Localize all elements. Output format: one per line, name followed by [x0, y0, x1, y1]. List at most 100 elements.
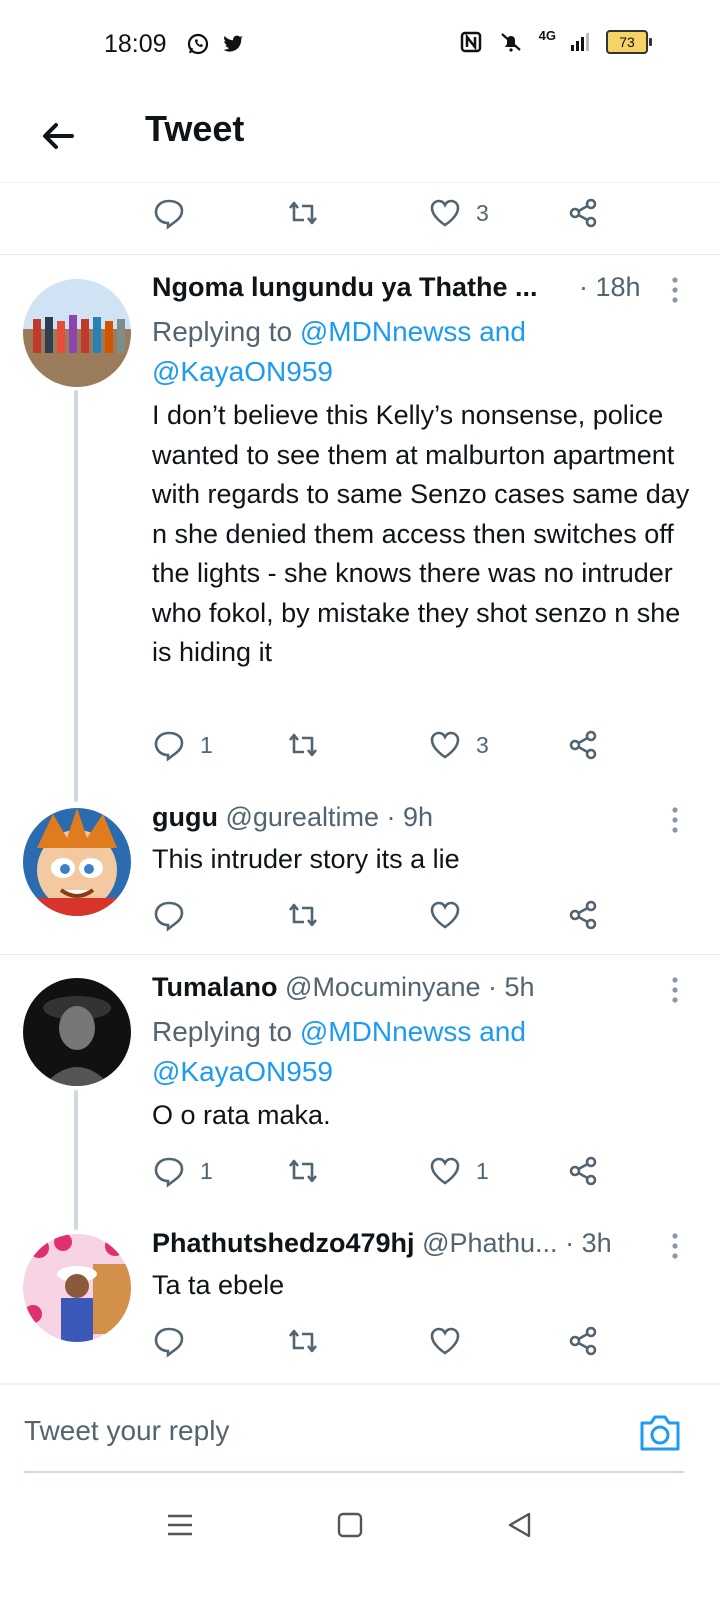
retweet-icon — [288, 201, 318, 225]
retweet-icon — [288, 1159, 318, 1183]
app-header: Tweet — [0, 92, 720, 183]
heart-icon — [430, 731, 460, 759]
like-button[interactable]: 3 — [428, 196, 489, 230]
mention-link[interactable]: @MDNnewss and — [300, 316, 526, 347]
menu-nav-button[interactable] — [165, 1510, 195, 1545]
thread-connector — [74, 1090, 78, 1230]
arrow-left-icon — [43, 123, 74, 149]
tweet-time: · 5h — [488, 972, 535, 1002]
author-name[interactable]: Tumalano — [152, 972, 278, 1002]
reply-button[interactable]: 1 — [152, 1154, 213, 1188]
author-name[interactable]: Phathutshedzo479hj — [152, 1228, 415, 1258]
reply-icon — [154, 1327, 184, 1358]
avatar[interactable] — [23, 279, 131, 387]
tweet-author-line: Ngoma lungundu ya Thathe ... · 18h — [152, 272, 641, 303]
like-button[interactable]: 1 — [428, 1154, 489, 1188]
replying-prefix: Replying to — [152, 1016, 300, 1047]
tweet-time: · 18h — [579, 272, 641, 302]
input-underline — [24, 1471, 684, 1473]
reply-icon — [154, 199, 184, 230]
tweet-author-line: Tumalano @Mocuminyane · 5h — [152, 972, 535, 1003]
mention-link[interactable]: @KayaON959 — [152, 1056, 333, 1087]
author-name[interactable]: Ngoma lungundu ya Thathe ... — [152, 272, 538, 302]
tweet-text: O o rata maka. — [152, 1100, 331, 1130]
avatar[interactable] — [23, 978, 131, 1086]
like-count: 3 — [476, 731, 489, 758]
avatar[interactable] — [23, 808, 131, 916]
avatar[interactable] — [23, 1234, 131, 1342]
replying-to: Replying to @MDNnewss and @KayaON959 — [152, 312, 526, 392]
action-row: 1 3 — [152, 728, 612, 768]
back-button[interactable] — [34, 112, 82, 160]
tweet-time: · 3h — [565, 1228, 612, 1258]
action-row-main: 3 — [152, 196, 612, 236]
mention-link[interactable]: @MDNnewss and — [300, 1016, 526, 1047]
share-button[interactable] — [566, 1324, 600, 1358]
divider — [0, 954, 720, 955]
like-button[interactable] — [428, 1324, 476, 1358]
author-handle[interactable]: @gurealtime — [226, 802, 379, 832]
more-vertical-icon — [672, 977, 678, 1003]
twitter-icon — [223, 35, 244, 52]
author-handle[interactable]: @Mocuminyane — [285, 972, 481, 1002]
action-row: 1 1 — [152, 1154, 612, 1194]
retweet-button[interactable] — [286, 728, 320, 762]
share-button[interactable] — [566, 196, 600, 230]
more-vertical-icon — [672, 277, 678, 303]
tweet-text: This intruder story its a lie — [152, 844, 460, 874]
signal-bars-icon — [571, 33, 589, 51]
heart-icon — [430, 901, 460, 929]
like-button[interactable]: 3 — [428, 728, 489, 762]
page-title: Tweet — [145, 108, 245, 149]
reply-count: 1 — [200, 1157, 213, 1184]
mention-link[interactable]: @KayaON959 — [152, 356, 333, 387]
retweet-button[interactable] — [286, 898, 320, 932]
retweet-icon — [288, 903, 318, 927]
replying-prefix: Replying to — [152, 316, 300, 347]
home-nav-button[interactable] — [335, 1510, 365, 1545]
author-handle[interactable]: @Phathu... — [422, 1228, 558, 1258]
share-button[interactable] — [566, 898, 600, 932]
avatar-image — [23, 978, 131, 1086]
heart-icon — [430, 1327, 460, 1355]
avatar-image — [23, 808, 131, 916]
more-options-button[interactable] — [670, 806, 680, 834]
back-nav-button[interactable] — [505, 1510, 535, 1545]
share-button[interactable] — [566, 1154, 600, 1188]
reply-button[interactable] — [152, 196, 186, 230]
reply-composer: Tweet your reply — [0, 1383, 720, 1475]
status-notification-icons — [186, 32, 246, 56]
retweet-button[interactable] — [286, 196, 320, 230]
more-options-button[interactable] — [670, 1232, 680, 1260]
more-options-button[interactable] — [670, 276, 680, 304]
like-count: 1 — [476, 1157, 489, 1184]
share-button[interactable] — [566, 728, 600, 762]
reply-icon — [154, 901, 184, 932]
reply-button[interactable] — [152, 1324, 200, 1358]
reply-button[interactable] — [152, 898, 200, 932]
share-icon — [569, 900, 597, 930]
status-time: 18:09 — [104, 30, 167, 58]
more-options-button[interactable] — [670, 976, 680, 1004]
battery-indicator: 73 — [606, 30, 652, 54]
divider — [0, 254, 720, 255]
like-count: 3 — [476, 199, 489, 226]
retweet-icon — [288, 1329, 318, 1353]
tweet-time: · 9h — [386, 802, 434, 832]
share-icon — [569, 198, 597, 228]
avatar-image — [23, 1234, 131, 1342]
like-button[interactable] — [428, 898, 476, 932]
system-navigation-bar — [0, 1480, 720, 1600]
share-icon — [569, 730, 597, 760]
author-name[interactable]: gugu — [152, 802, 218, 832]
reply-icon — [154, 1157, 184, 1188]
retweet-button[interactable] — [286, 1324, 320, 1358]
heart-icon — [430, 1157, 460, 1185]
camera-button[interactable] — [638, 1413, 682, 1453]
share-icon — [569, 1156, 597, 1186]
camera-icon — [640, 1415, 680, 1451]
retweet-button[interactable] — [286, 1154, 320, 1188]
reply-input[interactable]: Tweet your reply — [24, 1415, 229, 1447]
reply-button[interactable]: 1 — [152, 728, 213, 762]
whatsapp-icon — [187, 33, 209, 55]
